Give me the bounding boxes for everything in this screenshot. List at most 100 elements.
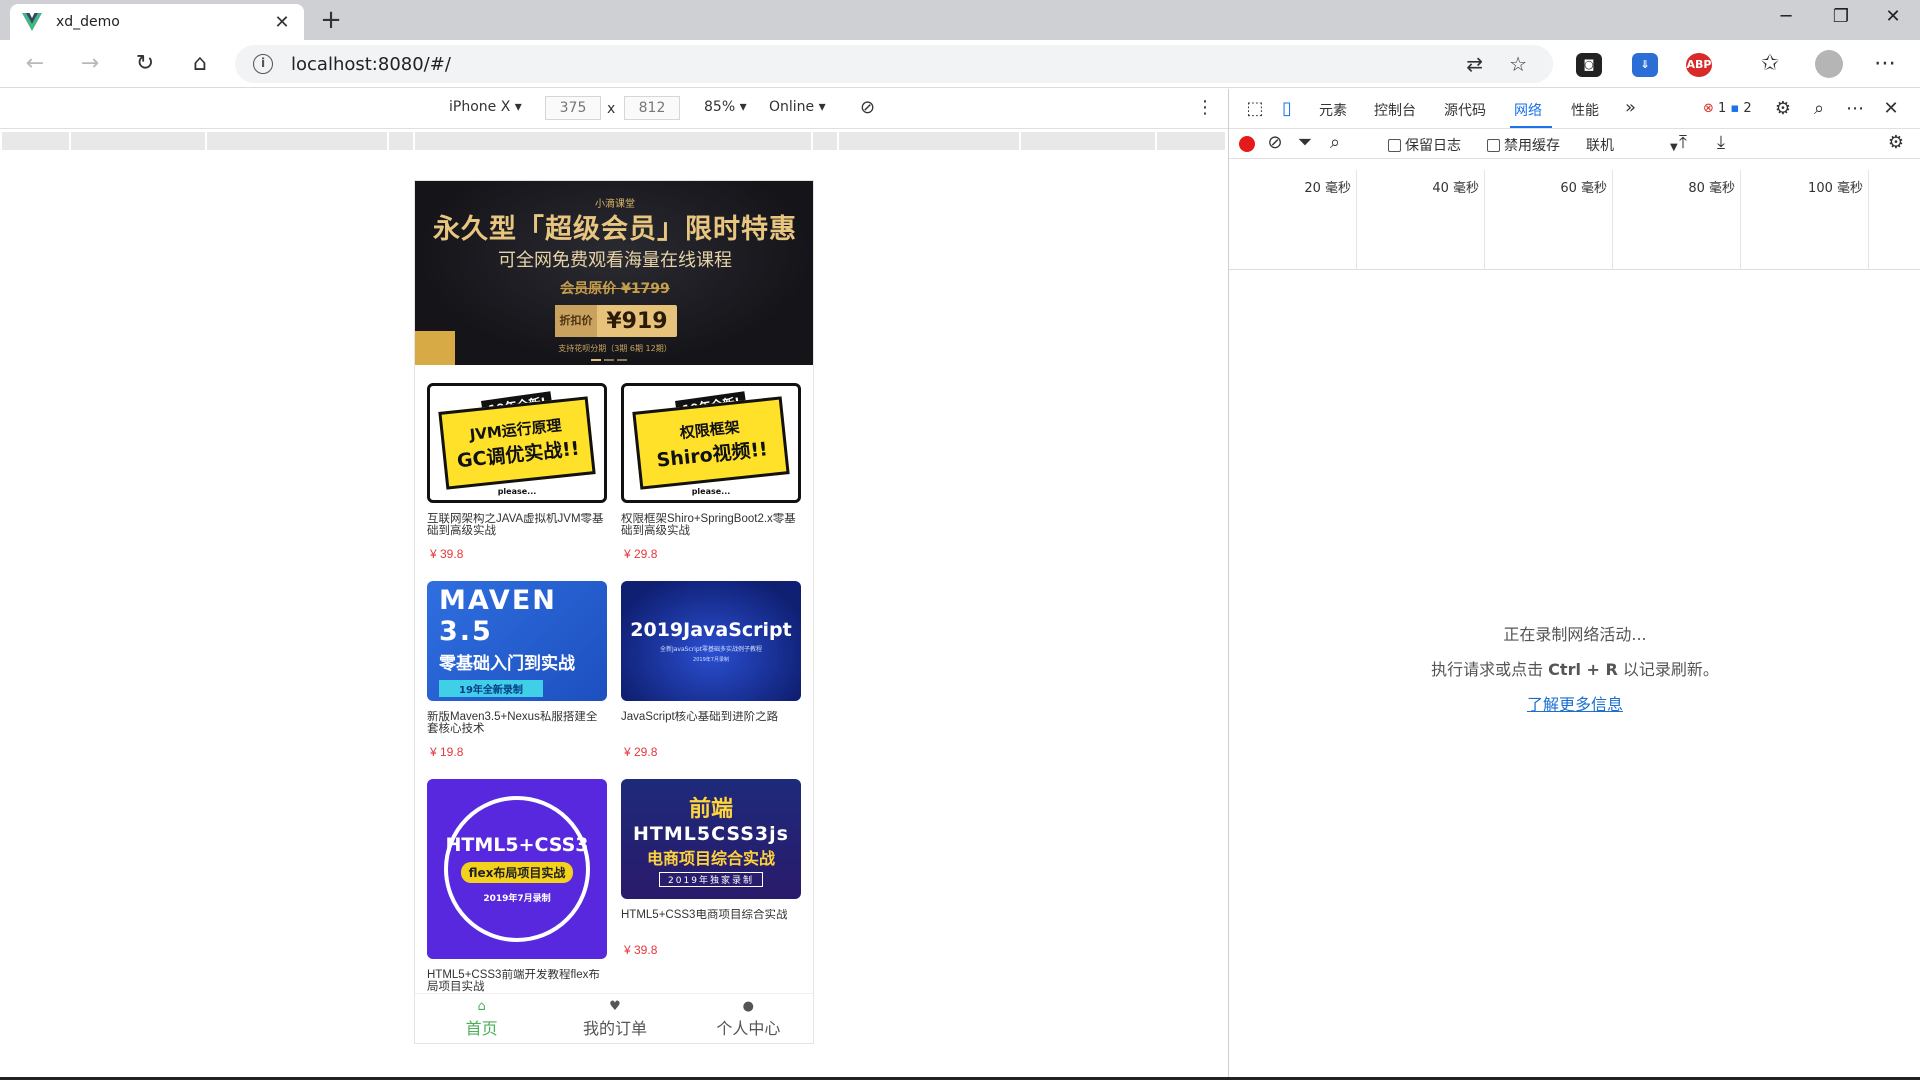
course-price: ¥ 39.8 [430,547,464,561]
course-card[interactable]: 2019JavaScript 全新JavaScript零基础多实战例子教程 20… [621,581,801,759]
course-thumbnail[interactable]: 前端 HTML5CSS3js 电商项目综合实战 2019年独家录制 [621,779,801,899]
dimension-separator: x [607,101,616,117]
filter-icon[interactable]: ⏷ [1293,132,1317,153]
thumb-line3: 电商项目综合实战 [646,849,775,868]
media-query-ruler [0,129,1228,153]
site-info-icon[interactable]: i [253,54,273,74]
forward-icon[interactable]: → [75,50,105,78]
tab-console[interactable]: 控制台 [1374,100,1416,120]
browser-toolbar: ← → ↻ ⌂ i localhost:8080/#/ ⇄ ☆ ◙ ⇓ ABP … [0,40,1920,88]
tab-close-icon[interactable]: ✕ [272,12,292,33]
inspect-element-icon[interactable]: ⬚ [1243,98,1267,119]
nav-label: 首页 [465,1019,498,1038]
home-icon[interactable]: ⌂ [185,50,215,78]
nav-home[interactable]: ⌂ 首页 [415,994,548,1043]
throttle-select[interactable]: Online ▾ [769,99,826,115]
browser-tab[interactable]: xd_demo ✕ [10,4,304,40]
course-card[interactable]: 19年全新! 权限框架 Shiro视频!! please... 权限框架Shir… [621,383,801,561]
promo-banner[interactable]: 小滴课堂 永久型「超级会员」限时特惠 可全网免费观看海量在线课程 会员原价 ¥1… [415,181,813,365]
course-card[interactable]: 19年全新! JVM运行原理 GC调优实战!! please... 互联网架构之… [427,383,607,561]
course-title[interactable]: 权限框架Shiro+SpringBoot2.x零基础到高级实战 [621,513,801,537]
thumb-line2: 全新JavaScript零基础多实战例子教程 [659,646,763,653]
nav-orders[interactable]: ♥ 我的订单 [548,994,681,1043]
thumb-line2: flex布局项目实战 [460,862,574,883]
thumb-line2: 零基础入门到实战 [439,654,575,674]
course-title[interactable]: 互联网架构之JAVA虚拟机JVM零基础到高级实战 [427,513,607,537]
refresh-icon[interactable]: ↻ [130,50,160,78]
profile-avatar[interactable] [1815,50,1843,78]
thumb-line1: MAVEN 3.5 [439,585,557,647]
more-tabs-icon[interactable]: » [1625,97,1636,118]
clear-icon[interactable]: ⊘ [1263,132,1287,153]
refresh-hint: 执行请求或点击 Ctrl + R 以记录刷新。 [1431,660,1719,679]
zoom-select[interactable]: 85% ▾ [704,99,747,115]
error-count-badge[interactable]: ⊗ 1 ▪ 2 [1703,101,1752,116]
tab-performance[interactable]: 性能 [1571,100,1599,120]
preserve-log-checkbox[interactable]: 保留日志 [1388,135,1461,155]
course-price: ¥ 39.8 [624,943,658,957]
devtools-close-icon[interactable]: ✕ [1879,98,1903,119]
favorite-star-icon[interactable]: ☆ [1509,52,1527,76]
device-more-icon[interactable]: ⋮ [1196,97,1214,118]
device-height-input[interactable]: 812 [624,96,680,120]
favorites-icon[interactable]: ✩ [1755,50,1785,78]
tab-sources[interactable]: 源代码 [1444,100,1486,120]
close-window-icon[interactable]: ✕ [1873,6,1913,27]
course-title[interactable]: 新版Maven3.5+Nexus私服搭建全套核心技术 [427,711,607,735]
course-card[interactable]: 前端 HTML5CSS3js 电商项目综合实战 2019年独家录制 HTML5+… [621,779,801,957]
disable-cache-checkbox[interactable]: 禁用缓存 [1487,135,1560,155]
recording-message: 正在录制网络活动... [1503,625,1647,644]
home-icon: ⌂ [477,999,486,1014]
timeline-label: 20 毫秒 [1304,181,1351,196]
import-har-icon[interactable]: ⤒ [1671,132,1695,153]
timeline-label: 40 毫秒 [1432,181,1479,196]
back-icon[interactable]: ← [20,50,50,78]
course-title[interactable]: HTML5+CSS3前端开发教程flex布局项目实战 [427,969,607,993]
device-toggle-icon[interactable]: ▯ [1275,98,1299,119]
course-card[interactable]: MAVEN 3.5 零基础入门到实战 19年全新录制 新版Maven3.5+Ne… [427,581,607,759]
course-thumbnail[interactable]: 2019JavaScript 全新JavaScript零基础多实战例子教程 20… [621,581,801,701]
timeline-label: 60 毫秒 [1560,181,1607,196]
thumb-line1: 2019JavaScript [630,619,792,641]
record-icon[interactable] [1239,136,1255,152]
device-select[interactable]: iPhone X ▾ [449,99,522,115]
minimize-icon[interactable]: ─ [1766,6,1806,27]
thumb-line3: 2019年7月录制 [693,657,729,663]
nav-label: 我的订单 [582,1019,647,1038]
restore-icon[interactable]: ❐ [1821,6,1861,27]
course-title[interactable]: HTML5+CSS3电商项目综合实战 [621,909,801,933]
translate-icon[interactable]: ⇄ [1466,52,1483,76]
export-har-icon[interactable]: ⤓ [1709,132,1733,153]
adblock-icon[interactable]: ABP [1686,53,1712,77]
extension-download-icon[interactable]: ⇓ [1632,53,1658,77]
course-thumbnail[interactable]: HTML5+CSS3 flex布局项目实战 2019年7月录制 [427,779,607,959]
thumb-line1: HTML5+CSS3 [445,834,589,856]
tab-network[interactable]: 网络 [1514,100,1542,120]
feedback-icon[interactable]: ⌕ [1807,98,1831,119]
thumb-line1: 前端 [688,797,733,822]
course-thumbnail[interactable]: 19年全新! JVM运行原理 GC调优实战!! please... [427,383,607,503]
network-timeline[interactable]: 20 毫秒 40 毫秒 60 毫秒 80 毫秒 100 毫秒 [1229,170,1920,270]
new-tab-button[interactable]: + [316,6,346,34]
device-width-input[interactable]: 375 [545,96,601,120]
address-bar[interactable]: i localhost:8080/#/ ⇄ ☆ [235,45,1553,83]
nav-profile[interactable]: ● 个人中心 [682,994,813,1043]
search-icon[interactable]: ⌕ [1323,132,1347,153]
more-menu-icon[interactable]: ⋯ [1870,50,1900,78]
network-settings-icon[interactable]: ⚙ [1884,132,1908,153]
course-thumbnail[interactable]: MAVEN 3.5 零基础入门到实战 19年全新录制 [427,581,607,701]
url-text[interactable]: localhost:8080/#/ [291,54,1466,75]
course-card[interactable]: HTML5+CSS3 flex布局项目实战 2019年7月录制 HTML5+CS… [427,779,607,993]
rotate-icon[interactable]: ⊘ [860,97,875,118]
banner-subtitle: 可全网免费观看海量在线课程 [498,250,732,271]
course-title[interactable]: JavaScript核心基础到进阶之路 [621,711,801,735]
bottom-nav: ⌂ 首页 ♥ 我的订单 ● 个人中心 [415,993,813,1043]
carousel-dots[interactable] [591,359,627,361]
extension-icon[interactable]: ◙ [1576,53,1602,77]
course-thumbnail[interactable]: 19年全新! 权限框架 Shiro视频!! please... [621,383,801,503]
settings-gear-icon[interactable]: ⚙ [1771,98,1795,119]
learn-more-link[interactable]: 了解更多信息 [1527,695,1623,714]
tab-elements[interactable]: 元素 [1319,100,1347,120]
devtools-more-icon[interactable]: ⋯ [1843,98,1867,119]
throttle-select[interactable]: 联机 ▼ [1586,135,1678,155]
